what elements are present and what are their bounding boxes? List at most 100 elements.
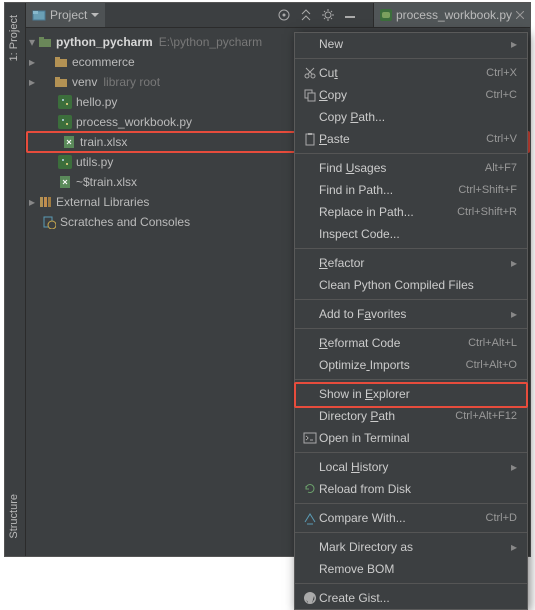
menu-item[interactable]: Copy Path... xyxy=(295,106,527,128)
py-icon xyxy=(58,115,72,129)
menu-item[interactable]: Refactor▸ xyxy=(295,252,527,274)
menu-label: Copy xyxy=(319,88,486,102)
menu-separator xyxy=(295,379,527,380)
menu-item[interactable]: Compare With...Ctrl+D xyxy=(295,507,527,529)
shortcut: Ctrl+Alt+F12 xyxy=(455,410,517,422)
gear-icon[interactable] xyxy=(321,8,335,22)
menu-label: Open in Terminal xyxy=(319,431,517,445)
project-label: Project xyxy=(50,8,87,22)
compare-icon xyxy=(303,511,317,525)
menu-label: Mark Directory as xyxy=(319,540,511,554)
menu-item[interactable]: CutCtrl+X xyxy=(295,62,527,84)
menu-item[interactable]: PasteCtrl+V xyxy=(295,128,527,150)
menu-item[interactable]: CopyCtrl+C xyxy=(295,84,527,106)
menu-label: Reformat Code xyxy=(319,336,468,350)
editor-tab[interactable]: process_workbook.py xyxy=(373,3,530,27)
term-icon xyxy=(303,431,317,445)
menu-label: Remove BOM xyxy=(319,562,517,576)
py-icon xyxy=(58,155,72,169)
file-label: ecommerce xyxy=(72,55,135,69)
menu-item[interactable]: Clean Python Compiled Files xyxy=(295,274,527,296)
gh-icon xyxy=(303,591,317,605)
chevron-right-icon[interactable]: ▸ xyxy=(26,74,38,90)
context-menu: New▸CutCtrl+XCopyCtrl+CCopy Path...Paste… xyxy=(294,32,528,610)
menu-label: Find in Path... xyxy=(319,183,458,197)
folder-icon xyxy=(54,55,68,69)
submenu-arrow-icon: ▸ xyxy=(511,37,517,51)
target-icon[interactable] xyxy=(277,8,291,22)
menu-item[interactable]: Inspect Code... xyxy=(295,223,527,245)
menu-label: Copy Path... xyxy=(319,110,517,124)
python-icon xyxy=(380,9,392,21)
shortcut: Ctrl+Alt+L xyxy=(468,337,517,349)
project-dropdown[interactable]: Project xyxy=(26,3,105,27)
shortcut: Ctrl+D xyxy=(486,512,517,524)
menu-label: Optimize Imports xyxy=(319,358,466,372)
shortcut: Ctrl+C xyxy=(486,89,517,101)
menu-label: Local History xyxy=(319,460,511,474)
suffix: library root xyxy=(103,75,160,89)
submenu-arrow-icon: ▸ xyxy=(511,540,517,554)
menu-label: Refactor xyxy=(319,256,511,270)
menu-item[interactable]: Find UsagesAlt+F7 xyxy=(295,157,527,179)
sidebar-tab-structure[interactable]: Structure xyxy=(8,494,20,539)
menu-label: Create Gist... xyxy=(319,591,517,605)
menu-separator xyxy=(295,583,527,584)
reload-icon xyxy=(303,482,317,496)
submenu-arrow-icon: ▸ xyxy=(511,460,517,474)
menu-separator xyxy=(295,328,527,329)
hide-icon[interactable] xyxy=(343,8,357,22)
collapse-icon[interactable] xyxy=(299,8,313,22)
submenu-arrow-icon: ▸ xyxy=(511,256,517,270)
file-label: utils.py xyxy=(76,155,113,169)
menu-item[interactable]: Open in Terminal xyxy=(295,427,527,449)
scratch-label: Scratches and Consoles xyxy=(60,215,190,229)
project-icon xyxy=(32,8,46,22)
menu-item[interactable]: Remove BOM xyxy=(295,558,527,580)
root-name: python_pycharm xyxy=(56,35,153,49)
library-icon xyxy=(38,195,52,209)
xls-icon xyxy=(58,175,72,189)
menu-item[interactable]: Show in Explorer xyxy=(295,383,527,405)
sidebar-tab-project[interactable]: 1: Project xyxy=(8,15,20,61)
menu-separator xyxy=(295,299,527,300)
menu-label: Clean Python Compiled Files xyxy=(319,278,517,292)
shortcut: Ctrl+Shift+F xyxy=(458,184,517,196)
menu-separator xyxy=(295,248,527,249)
menu-separator xyxy=(295,452,527,453)
menu-separator xyxy=(295,58,527,59)
menu-item[interactable]: Optimize ImportsCtrl+Alt+O xyxy=(295,354,527,376)
menu-label: Add to Favorites xyxy=(319,307,511,321)
submenu-arrow-icon: ▸ xyxy=(511,307,517,321)
close-icon[interactable] xyxy=(516,11,524,19)
menu-item[interactable]: Mark Directory as▸ xyxy=(295,536,527,558)
folder-icon xyxy=(54,75,68,89)
chevron-right-icon[interactable]: ▸ xyxy=(26,54,38,70)
tab-label: process_workbook.py xyxy=(396,8,512,22)
menu-item[interactable]: Local History▸ xyxy=(295,456,527,478)
menu-label: Paste xyxy=(319,132,486,146)
menu-separator xyxy=(295,503,527,504)
menu-item[interactable]: New▸ xyxy=(295,33,527,55)
menu-item[interactable]: Reload from Disk xyxy=(295,478,527,500)
menu-item[interactable]: Directory PathCtrl+Alt+F12 xyxy=(295,405,527,427)
menu-label: Reload from Disk xyxy=(319,482,517,496)
py-icon xyxy=(58,95,72,109)
menu-item[interactable]: Reformat CodeCtrl+Alt+L xyxy=(295,332,527,354)
menu-item[interactable]: Replace in Path...Ctrl+Shift+R xyxy=(295,201,527,223)
menu-item[interactable]: Add to Favorites▸ xyxy=(295,303,527,325)
cut-icon xyxy=(303,66,317,80)
ext-label: External Libraries xyxy=(56,195,149,209)
file-label: ~$train.xlsx xyxy=(76,175,137,189)
menu-separator xyxy=(295,153,527,154)
menu-label: Show in Explorer xyxy=(319,387,517,401)
menu-item[interactable]: Create Gist... xyxy=(295,587,527,609)
menu-label: Find Usages xyxy=(319,161,485,175)
toolbar: Project process_workbook.py xyxy=(26,3,530,28)
copy-icon xyxy=(303,88,317,102)
menu-label: Directory Path xyxy=(319,409,455,423)
chevron-right-icon[interactable]: ▸ xyxy=(26,194,38,210)
menu-item[interactable]: Find in Path...Ctrl+Shift+F xyxy=(295,179,527,201)
chevron-down-icon[interactable]: ▾ xyxy=(26,34,38,50)
scratch-icon xyxy=(42,215,56,229)
